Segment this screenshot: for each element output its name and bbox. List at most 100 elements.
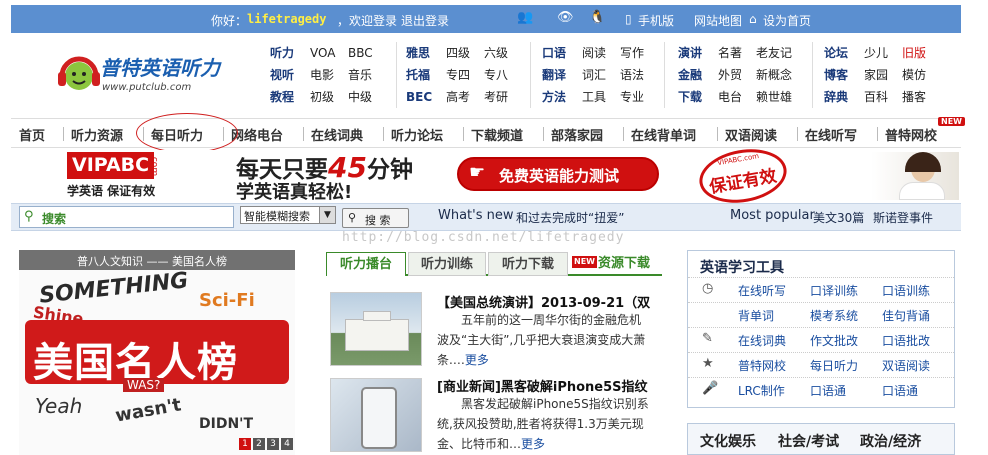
nav-link[interactable]: 名著 xyxy=(718,42,742,64)
logout-link[interactable]: 退出登录 xyxy=(401,12,449,29)
popular-link-2[interactable]: 斯诺登事件 xyxy=(873,209,933,226)
tab-society-exam[interactable]: 社会/考试 xyxy=(778,431,839,451)
nav-link[interactable]: 模仿 xyxy=(902,64,926,86)
nav-link[interactable]: 音乐 xyxy=(348,64,373,86)
news-title-2[interactable]: [商业新闻]黑客破解iPhone5S指纹 xyxy=(437,376,648,395)
popular-link-1[interactable]: 美文30篇 xyxy=(813,209,864,226)
tool-link[interactable]: 作文批改 xyxy=(810,332,858,349)
nav-link[interactable]: 中级 xyxy=(348,86,373,108)
nav-link[interactable]: 博客 xyxy=(824,64,848,86)
tool-link[interactable]: 双语阅读 xyxy=(882,357,930,374)
nav-link[interactable]: 雅思 xyxy=(406,42,432,64)
nav-link[interactable]: 专业 xyxy=(620,86,644,108)
site-logo[interactable]: 普特英语听力 www.putclub.com xyxy=(52,46,224,104)
nav-link[interactable]: 托福 xyxy=(406,64,432,86)
tab-culture[interactable]: 文化娱乐 xyxy=(700,431,756,451)
tab-resource-download[interactable]: NEW 资源下载 xyxy=(572,252,662,276)
nav-link[interactable]: 专四 xyxy=(446,64,470,86)
nav-link[interactable]: 电影 xyxy=(310,64,335,86)
welcome-login-link[interactable]: ，欢迎登录 xyxy=(337,12,397,29)
tool-link[interactable]: 普特网校 xyxy=(738,357,786,374)
nav-link[interactable]: 播客 xyxy=(902,86,926,108)
nav-link[interactable]: 百科 xyxy=(864,86,888,108)
tool-link[interactable]: 背单词 xyxy=(738,307,774,324)
nav-link[interactable]: 下载 xyxy=(678,86,702,108)
search-button[interactable]: ⚲ 搜 索 xyxy=(342,208,409,228)
mainnav-item[interactable]: 下载频道 xyxy=(471,125,523,144)
nav-link[interactable]: 六级 xyxy=(484,42,508,64)
mainnav-item[interactable]: 在线背单词 xyxy=(631,125,696,144)
tool-link[interactable]: 口语通 xyxy=(882,382,918,399)
tab-politics-economy[interactable]: 政治/经济 xyxy=(860,431,921,451)
nav-link[interactable]: 翻译 xyxy=(542,64,566,86)
nav-link[interactable]: 赖世雄 xyxy=(756,86,792,108)
news-thumbnail-iphone[interactable] xyxy=(330,378,422,452)
nav-link[interactable]: 老友记 xyxy=(756,42,792,64)
mainnav-item[interactable]: 听力论坛 xyxy=(391,125,443,144)
tool-link[interactable]: 口译训练 xyxy=(810,282,858,299)
mobile-link[interactable]: 手机版 xyxy=(638,12,674,29)
nav-link[interactable]: 新概念 xyxy=(756,64,792,86)
pager-dot[interactable]: 1 xyxy=(239,438,251,450)
search-input[interactable]: ⚲ 搜索 xyxy=(19,206,234,228)
nav-link[interactable]: 家园 xyxy=(864,64,888,86)
news-more-1[interactable]: 更多 xyxy=(465,353,489,367)
whatsnew-link[interactable]: 和过去完成时“扭爱” xyxy=(516,209,624,226)
tool-link[interactable]: 口语训练 xyxy=(882,282,930,299)
tab-listening-broadcast[interactable]: 听力播台 xyxy=(326,252,406,276)
nav-link[interactable]: 词汇 xyxy=(582,64,606,86)
tool-link[interactable]: 模考系统 xyxy=(810,307,858,324)
mainnav-item[interactable]: 部落家园 xyxy=(551,125,603,144)
pager-dot[interactable]: 3 xyxy=(267,438,279,450)
nav-link[interactable]: 工具 xyxy=(582,86,606,108)
nav-link[interactable]: 视听 xyxy=(270,64,294,86)
nav-link[interactable]: 论坛 xyxy=(824,42,848,64)
set-homepage-link[interactable]: 设为首页 xyxy=(763,12,811,29)
nav-link[interactable]: BEC xyxy=(406,86,432,108)
nav-link[interactable]: VOA xyxy=(310,42,335,64)
nav-link[interactable]: BBC xyxy=(348,42,373,64)
tool-link[interactable]: 在线词典 xyxy=(738,332,786,349)
nav-link[interactable]: 金融 xyxy=(678,64,702,86)
nav-link[interactable]: 四级 xyxy=(446,42,470,64)
banner-cta-button[interactable]: ☛ 免费英语能力测试 xyxy=(457,157,659,191)
tool-link[interactable]: 口语批改 xyxy=(882,332,930,349)
qq-icon[interactable]: 🐧 xyxy=(589,10,605,25)
nav-link[interactable]: 语法 xyxy=(620,64,644,86)
tool-link[interactable]: 佳句背诵 xyxy=(882,307,930,324)
tab-listening-download[interactable]: 听力下载 xyxy=(488,252,568,276)
nav-link[interactable]: 辞典 xyxy=(824,86,848,108)
mainnav-item[interactable]: 普特网校 xyxy=(885,125,937,144)
nav-link[interactable]: 阅读 xyxy=(582,42,606,64)
tool-link[interactable]: 在线听写 xyxy=(738,282,786,299)
nav-link[interactable]: 口语 xyxy=(542,42,566,64)
nav-link[interactable]: 考研 xyxy=(484,86,508,108)
search-mode-select[interactable]: 智能模糊搜索 ▼ xyxy=(240,206,336,224)
nav-link[interactable]: 听力 xyxy=(270,42,294,64)
mainnav-item[interactable]: 听力资源 xyxy=(71,125,123,144)
mainnav-item[interactable]: 首页 xyxy=(19,125,45,144)
nav-link[interactable]: 方法 xyxy=(542,86,566,108)
people-icon[interactable]: 👥 xyxy=(517,10,533,25)
mainnav-item[interactable]: 网络电台 xyxy=(231,125,283,144)
tab-listening-training[interactable]: 听力训练 xyxy=(408,252,486,276)
username-link[interactable]: lifetragedy xyxy=(247,12,326,26)
news-title-1[interactable]: 【美国总统演讲】2013-09-21（双 xyxy=(437,292,650,311)
news-more-2[interactable]: 更多 xyxy=(521,437,545,451)
pager-dot[interactable]: 2 xyxy=(253,438,265,450)
nav-link[interactable]: 专八 xyxy=(484,64,508,86)
pager-dot[interactable]: 4 xyxy=(281,438,293,450)
news-thumbnail-whitehouse[interactable] xyxy=(330,292,422,366)
feature-image[interactable]: 普八人文知识 —— 美国名人榜 SOMETHING Shine Sci-Fi 美… xyxy=(19,250,295,455)
nav-link[interactable]: 外贸 xyxy=(718,64,742,86)
eye-icon[interactable]: 👁 xyxy=(557,10,574,25)
vipabc-banner[interactable]: VIPABC .com 学英语 保证有效 每天只要45分钟 学英语真轻松! ☛ … xyxy=(11,142,961,210)
nav-link[interactable]: 旧版 xyxy=(902,42,926,64)
nav-link[interactable]: 高考 xyxy=(446,86,470,108)
mainnav-item[interactable]: 双语阅读 xyxy=(725,125,777,144)
nav-link[interactable]: 写作 xyxy=(620,42,644,64)
tool-link[interactable]: 口语通 xyxy=(810,382,846,399)
nav-link[interactable]: 演讲 xyxy=(678,42,702,64)
mainnav-item[interactable]: 在线词典 xyxy=(311,125,363,144)
sitemap-link[interactable]: 网站地图 xyxy=(694,12,742,29)
